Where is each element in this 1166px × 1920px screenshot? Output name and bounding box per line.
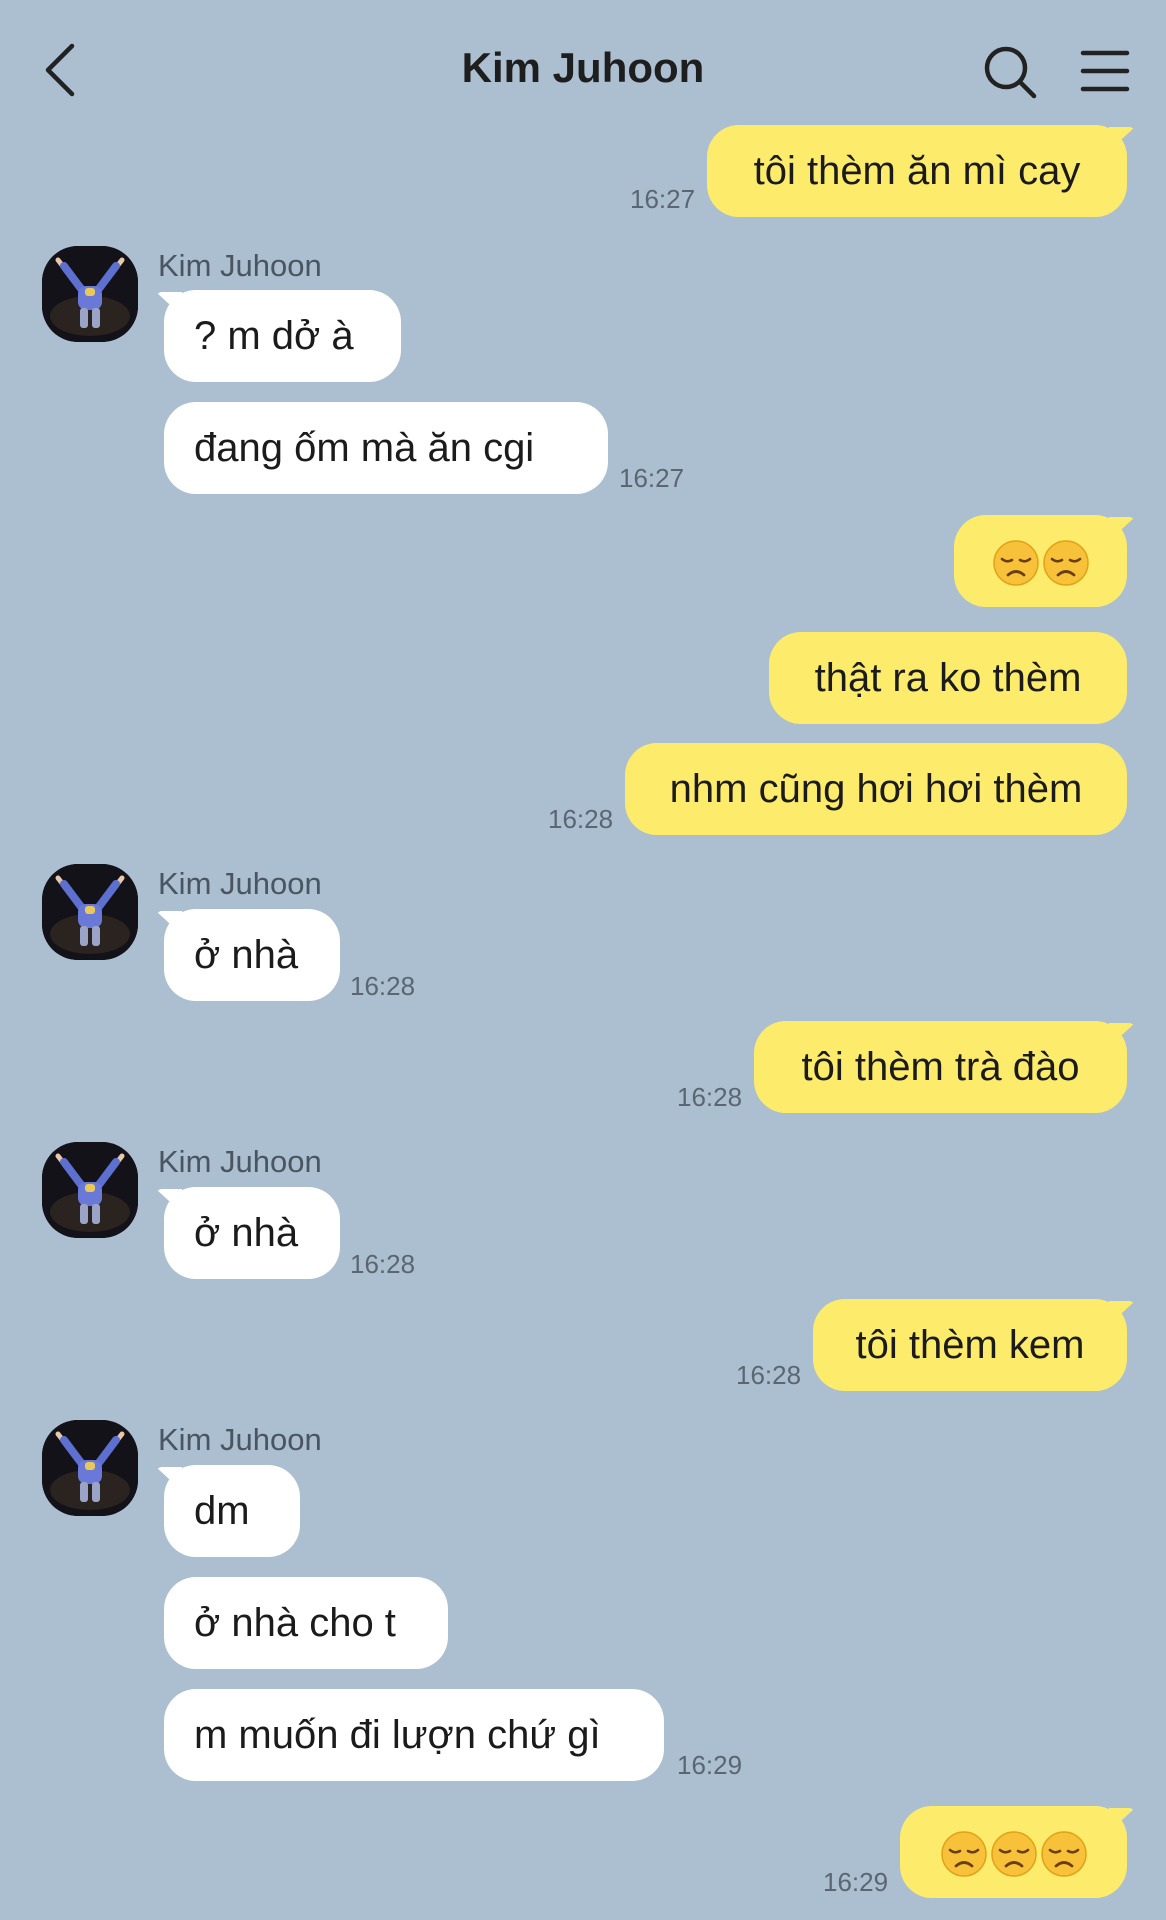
message-text: ? m dở à	[194, 314, 354, 358]
disappointed-face-emoji	[1042, 539, 1090, 587]
message-time: 16:29	[823, 1867, 889, 1897]
message-text: nhm cũng hơi hơi thèm	[669, 767, 1083, 811]
avatar[interactable]	[42, 1142, 138, 1238]
avatar[interactable]	[42, 1420, 138, 1516]
back-button[interactable]	[40, 40, 90, 100]
hamburger-menu-icon	[1080, 50, 1130, 92]
disappointed-face-emoji	[992, 539, 1040, 587]
bubble-tail	[1109, 517, 1135, 541]
profile-photo	[42, 864, 138, 960]
message-text: đang ốm mà ăn cgi	[194, 426, 535, 470]
incoming-message[interactable]: ? m dở à	[156, 290, 401, 382]
incoming-message[interactable]: m muốn đi lượn chứ gì	[164, 1689, 664, 1781]
bubble-tail	[1109, 1808, 1135, 1832]
incoming-message[interactable]: ở nhà	[156, 1187, 340, 1279]
profile-photo	[42, 1420, 138, 1516]
disappointed-face-emoji	[1040, 1830, 1088, 1878]
profile-photo	[42, 1142, 138, 1238]
outgoing-emoji-message[interactable]	[954, 515, 1135, 607]
disappointed-face-emoji	[990, 1830, 1038, 1878]
disappointed-face-emoji	[940, 1830, 988, 1878]
profile-photo	[42, 246, 138, 342]
message-time: 16:28	[350, 971, 416, 1001]
search-icon	[984, 46, 1037, 99]
message-text: ở nhà	[194, 933, 299, 977]
sender-name: Kim Juhoon	[158, 1422, 322, 1457]
message-time: 16:29	[677, 1750, 743, 1780]
incoming-message[interactable]: ở nhà	[156, 909, 340, 1001]
message-time: 16:28	[736, 1360, 802, 1390]
message-time: 16:28	[677, 1082, 743, 1112]
message-text: tôi thèm ăn mì cay	[753, 149, 1081, 193]
bubble-tail	[1109, 1301, 1135, 1325]
message-text: dm	[194, 1489, 250, 1533]
outgoing-message[interactable]: nhm cũng hơi hơi thèm	[625, 743, 1127, 835]
message-time: 16:28	[350, 1249, 416, 1279]
incoming-message[interactable]: dm	[156, 1465, 300, 1557]
outgoing-message[interactable]: tôi thèm trà đào	[754, 1021, 1135, 1113]
outgoing-message[interactable]: thật ra ko thèm	[769, 632, 1127, 724]
message-text: ở nhà	[194, 1211, 299, 1255]
avatar[interactable]	[42, 864, 138, 960]
outgoing-message[interactable]: tôi thèm kem	[813, 1299, 1135, 1391]
search-button[interactable]	[982, 44, 1038, 100]
message-time: 16:27	[619, 463, 685, 493]
chevron-left-icon	[45, 43, 75, 97]
bubble-tail	[156, 292, 182, 316]
sender-name: Kim Juhoon	[158, 866, 322, 901]
incoming-message[interactable]: ở nhà cho t	[164, 1577, 448, 1669]
chat-header: Kim Juhoon	[0, 0, 1166, 140]
sender-name: Kim Juhoon	[158, 1144, 322, 1179]
bubble-tail	[156, 1189, 182, 1213]
message-text: thật ra ko thèm	[814, 656, 1082, 700]
outgoing-emoji-message[interactable]	[900, 1806, 1135, 1898]
message-time: 16:27	[630, 184, 696, 214]
message-text: tôi thèm kem	[855, 1323, 1085, 1367]
outgoing-message[interactable]: tôi thèm ăn mì cay	[707, 125, 1135, 217]
sender-name: Kim Juhoon	[158, 248, 322, 283]
bubble-tail	[156, 911, 182, 935]
message-text: m muốn đi lượn chứ gì	[194, 1713, 601, 1757]
avatar[interactable]	[42, 246, 138, 342]
message-time: 16:28	[548, 804, 614, 834]
message-text: tôi thèm trà đào	[801, 1045, 1080, 1089]
message-text: ở nhà cho t	[194, 1601, 396, 1645]
bubble-tail	[156, 1467, 182, 1491]
bubble-tail	[1109, 1023, 1135, 1047]
incoming-message[interactable]: đang ốm mà ăn cgi	[164, 402, 608, 494]
menu-button[interactable]	[1080, 48, 1130, 94]
